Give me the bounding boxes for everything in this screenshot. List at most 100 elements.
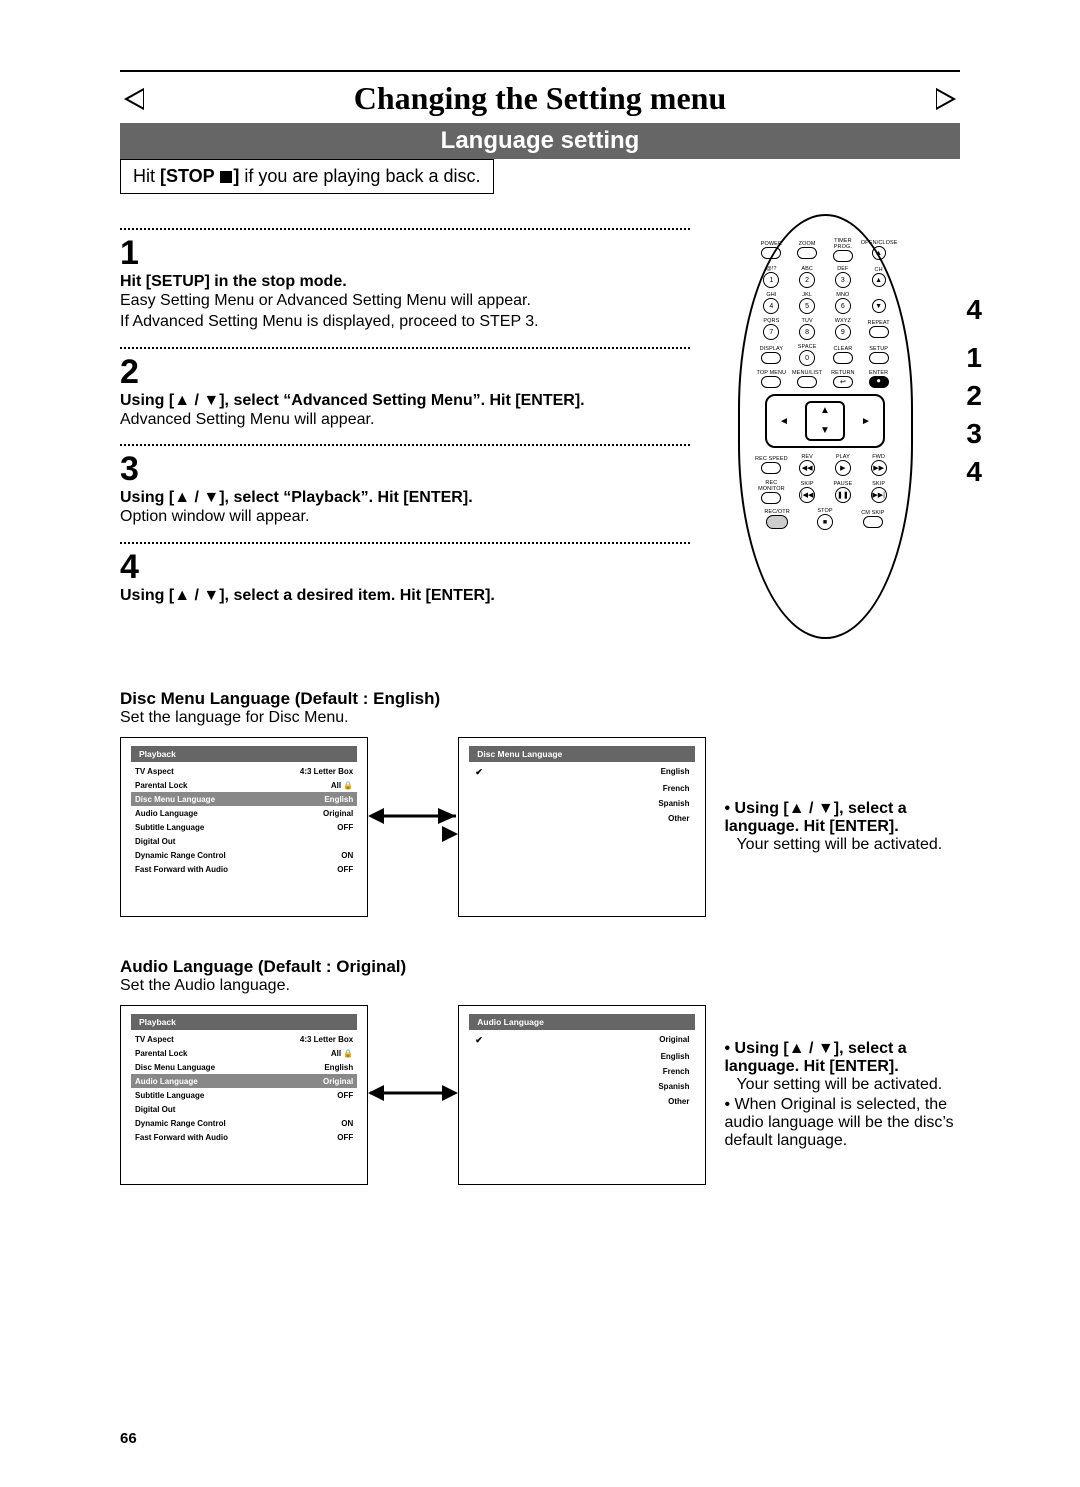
setting-activated-note-2: Your setting will be activated. bbox=[736, 1076, 960, 1094]
pause-button[interactable]: ❚❚ bbox=[835, 487, 851, 503]
skip-back-button[interactable]: |◀◀ bbox=[799, 487, 815, 503]
rec-speed-button[interactable] bbox=[761, 462, 781, 474]
menu-row: Dynamic Range ControlON bbox=[131, 1116, 357, 1130]
hit-stop-note: Hit [STOP ] if you are playing back a di… bbox=[120, 159, 494, 194]
key-7[interactable]: 7 bbox=[763, 324, 779, 340]
step-body-3: Option window will appear. bbox=[120, 507, 690, 528]
menu-row: TV Aspect4:3 Letter Box bbox=[131, 764, 357, 778]
list-item: Other bbox=[469, 811, 695, 826]
dpad-left-icon[interactable]: ◄ bbox=[775, 412, 793, 430]
step-head-4: Using [▲ / ▼], select a desired item. Hi… bbox=[120, 587, 690, 605]
menu-row: Digital Out bbox=[131, 1102, 357, 1116]
cm-skip-button[interactable] bbox=[863, 516, 883, 528]
menu-row: Fast Forward with AudioOFF bbox=[131, 862, 357, 876]
menu-row: Audio LanguageOriginal bbox=[131, 806, 357, 820]
display-button[interactable] bbox=[761, 352, 781, 364]
dpad[interactable]: ◄ ▲ ▼ ► bbox=[765, 394, 885, 448]
step-number-4: 4 bbox=[120, 548, 690, 587]
playback-menu-box-2: Playback TV Aspect4:3 Letter BoxParental… bbox=[120, 1005, 368, 1185]
key-1[interactable]: 1 bbox=[763, 272, 779, 288]
arrow-right-icon bbox=[368, 806, 458, 849]
playback-menu-box-1: Playback TV Aspect4:3 Letter BoxParental… bbox=[120, 737, 368, 917]
zoom-button[interactable] bbox=[797, 247, 817, 259]
page-number: 66 bbox=[120, 1430, 137, 1447]
menu-list-button[interactable] bbox=[797, 376, 817, 388]
step-body-1a: Easy Setting Menu or Advanced Setting Me… bbox=[120, 291, 690, 312]
audio-lang-head: Audio Language (Default : Original) bbox=[120, 957, 960, 977]
menu-row: Parental LockAll 🔒 bbox=[131, 778, 357, 792]
list-item: ✔English bbox=[469, 764, 695, 781]
disc-menu-lang-sub: Set the language for Disc Menu. bbox=[120, 709, 960, 727]
menu-row: Digital Out bbox=[131, 834, 357, 848]
page: Changing the Setting menu Language setti… bbox=[0, 0, 1080, 1487]
menu-row: Audio LanguageOriginal bbox=[131, 1074, 357, 1088]
title-ornament-right-icon bbox=[936, 87, 960, 111]
dpad-right-icon[interactable]: ► bbox=[857, 412, 875, 430]
list-item: Spanish bbox=[469, 1079, 695, 1094]
rev-button[interactable]: ◀◀ bbox=[799, 460, 815, 476]
rec-otr-button[interactable] bbox=[766, 515, 788, 529]
page-title: Changing the Setting menu bbox=[144, 80, 936, 117]
list-item: English bbox=[469, 1049, 695, 1064]
key-2[interactable]: 2 bbox=[799, 272, 815, 288]
list-item: ✔Original bbox=[469, 1032, 695, 1049]
remote-callouts-main: 1 2 3 4 bbox=[966, 344, 982, 496]
menu-row: Subtitle LanguageOFF bbox=[131, 1088, 357, 1102]
select-lang-instruction-2: • Using [▲ / ▼], select a language. Hit … bbox=[724, 1040, 960, 1076]
setting-activated-note-1: Your setting will be activated. bbox=[736, 836, 960, 854]
step-body-2: Advanced Setting Menu will appear. bbox=[120, 410, 690, 431]
clear-button[interactable] bbox=[833, 352, 853, 364]
audio-lang-list: Audio Language ✔OriginalEnglishFrenchSpa… bbox=[458, 1005, 706, 1185]
list-item: French bbox=[469, 781, 695, 796]
step-number-1: 1 bbox=[120, 234, 690, 273]
step-number-2: 2 bbox=[120, 353, 690, 392]
remote-callout-4-top: 4 bbox=[966, 296, 982, 328]
fwd-button[interactable]: ▶▶ bbox=[871, 460, 887, 476]
steps-column: 1 Hit [SETUP] in the stop mode. Easy Set… bbox=[120, 214, 690, 639]
menu-row: Disc Menu LanguageEnglish bbox=[131, 792, 357, 806]
setup-button[interactable] bbox=[869, 352, 889, 364]
dpad-down-icon[interactable]: ▼ bbox=[820, 427, 830, 435]
title-ornament-left-icon bbox=[120, 87, 144, 111]
dpad-up-icon[interactable]: ▲ bbox=[820, 407, 830, 415]
key-6[interactable]: 6 bbox=[835, 298, 851, 314]
power-button[interactable] bbox=[761, 247, 781, 259]
list-item: Other bbox=[469, 1094, 695, 1109]
top-rule bbox=[120, 70, 960, 72]
step-number-3: 3 bbox=[120, 450, 690, 489]
section-banner: Language setting bbox=[120, 123, 960, 159]
key-3[interactable]: 3 bbox=[835, 272, 851, 288]
arrow-right-icon-2 bbox=[368, 1083, 458, 1108]
repeat-button[interactable] bbox=[869, 326, 889, 338]
key-0[interactable]: 0 bbox=[799, 350, 815, 366]
title-bar: Changing the Setting menu bbox=[120, 80, 960, 117]
disc-menu-lang-list: Disc Menu Language ✔EnglishFrenchSpanish… bbox=[458, 737, 706, 917]
stop-icon bbox=[220, 171, 232, 183]
disc-menu-lang-head: Disc Menu Language (Default : English) bbox=[120, 689, 960, 709]
step-head-1: Hit [SETUP] in the stop mode. bbox=[120, 273, 690, 291]
menu-row: Disc Menu LanguageEnglish bbox=[131, 1060, 357, 1074]
top-menu-button[interactable] bbox=[761, 376, 781, 388]
key-8[interactable]: 8 bbox=[799, 324, 815, 340]
original-note: • When Original is selected, the audio l… bbox=[724, 1096, 960, 1150]
select-lang-instruction-1: • Using [▲ / ▼], select a language. Hit … bbox=[724, 800, 960, 836]
menu-row: Dynamic Range ControlON bbox=[131, 848, 357, 862]
rec-monitor-button[interactable] bbox=[761, 492, 781, 504]
key-4[interactable]: 4 bbox=[763, 298, 779, 314]
key-9[interactable]: 9 bbox=[835, 324, 851, 340]
stop-button[interactable]: ■ bbox=[817, 514, 833, 530]
play-button[interactable]: ▶ bbox=[835, 460, 851, 476]
timer-prog-button[interactable] bbox=[833, 250, 853, 262]
list-item: Spanish bbox=[469, 796, 695, 811]
list-item: French bbox=[469, 1064, 695, 1079]
return-button[interactable]: ↩ bbox=[833, 376, 853, 388]
ch-up-button[interactable]: ▲ bbox=[872, 273, 886, 287]
key-5[interactable]: 5 bbox=[799, 298, 815, 314]
open-close-button[interactable]: ▲ bbox=[872, 246, 886, 260]
skip-fwd-button[interactable]: ▶▶| bbox=[871, 487, 887, 503]
menu-row: TV Aspect4:3 Letter Box bbox=[131, 1032, 357, 1046]
enter-button[interactable]: ⏺ bbox=[869, 376, 889, 388]
menu-row: Parental LockAll 🔒 bbox=[131, 1046, 357, 1060]
menu-row: Subtitle LanguageOFF bbox=[131, 820, 357, 834]
ch-down-button[interactable]: ▼ bbox=[872, 299, 886, 313]
